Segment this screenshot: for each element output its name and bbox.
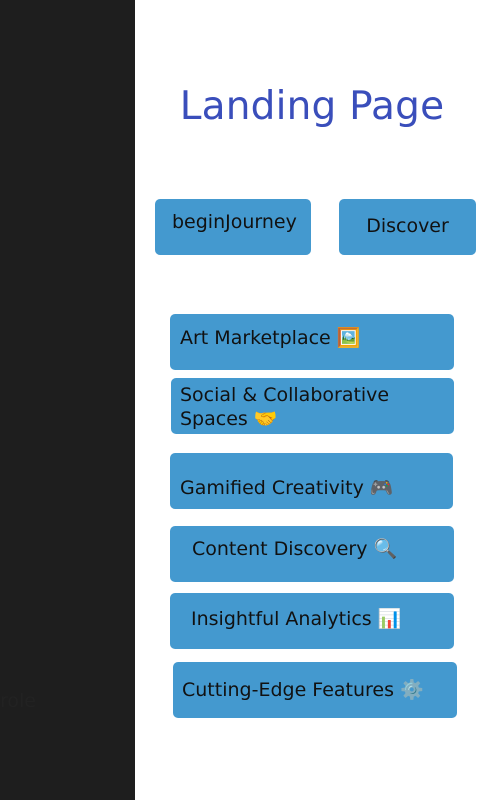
feature-insightful-analytics-button[interactable]: Insightful Analytics 📊 [170,593,454,649]
feature-art-marketplace-button[interactable]: Art Marketplace 🖼️ [170,314,454,370]
begin-journey-button[interactable]: beginJourney [155,199,311,255]
feature-cutting-edge-button[interactable]: Cutting-Edge Features ⚙️ [173,662,457,718]
discover-button[interactable]: Discover [339,199,476,255]
sidebar [0,0,135,800]
feature-gamified-creativity-button[interactable]: Gamified Creativity 🎮 [170,453,453,509]
feature-social-collaborative-button[interactable]: Social & Collaborative Spaces 🤝 [171,378,454,434]
main-content: Landing Page beginJourney Discover Art M… [135,0,495,800]
sidebar-role-label: role [0,690,36,712]
page-title: Landing Page [179,84,445,129]
feature-content-discovery-button[interactable]: Content Discovery 🔍 [170,526,454,582]
